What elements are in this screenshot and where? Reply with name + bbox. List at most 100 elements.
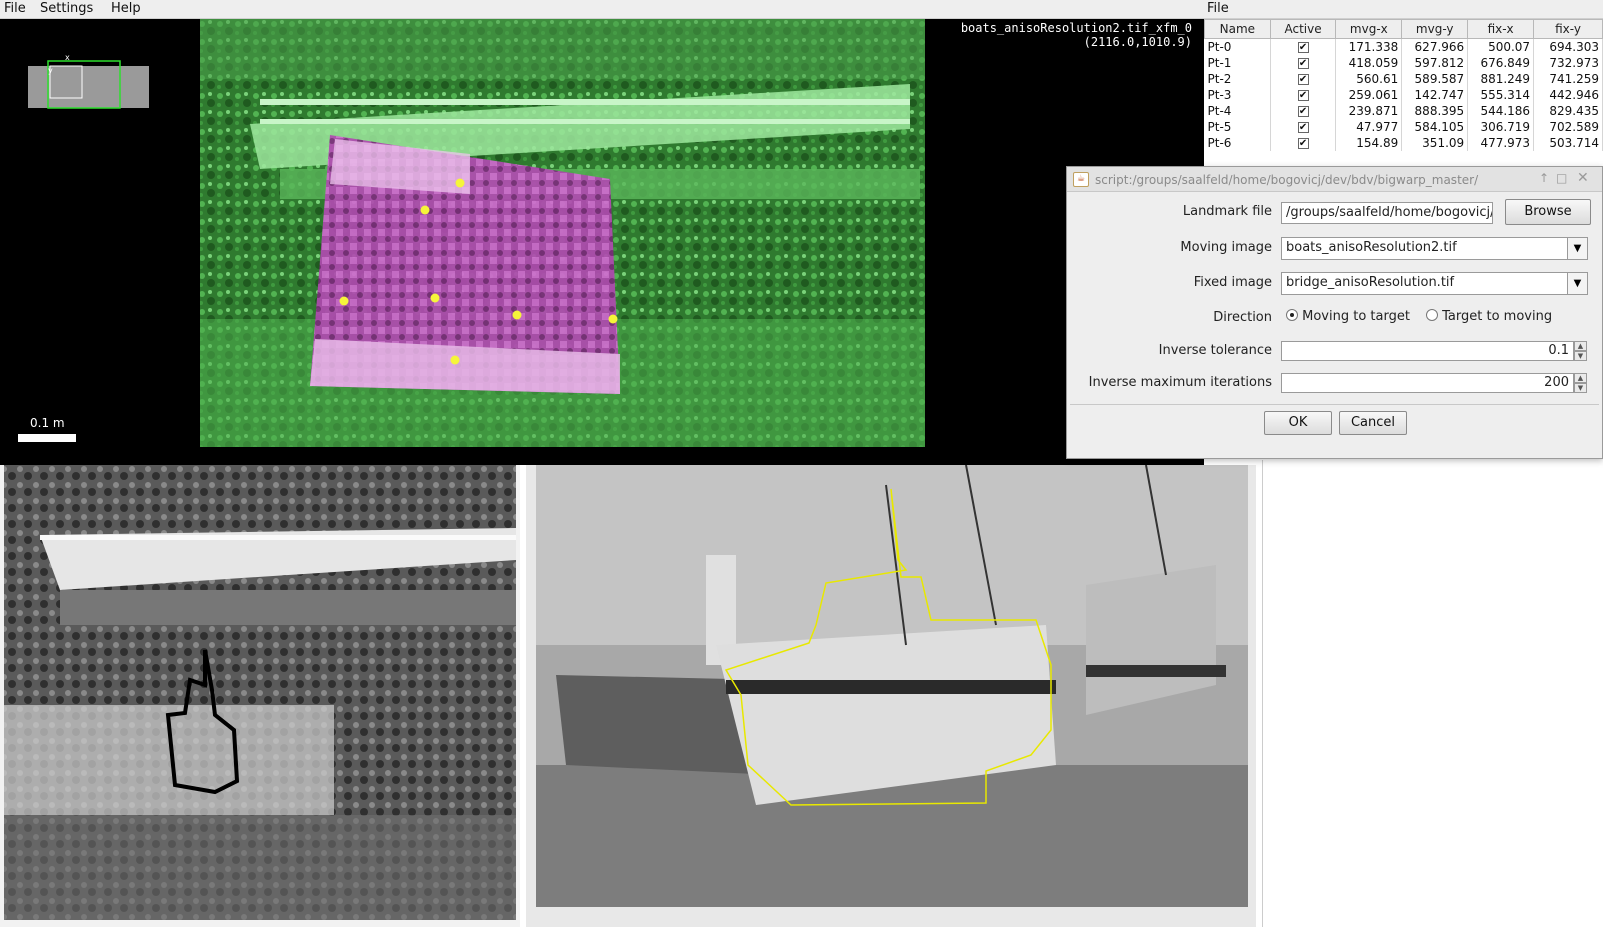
close-icon[interactable]: ✕ — [1577, 170, 1589, 186]
dialog-title: script:/groups/saalfeld/home/bogovicj/de… — [1095, 173, 1479, 187]
cell-fix-y[interactable]: 694.303 — [1533, 38, 1603, 55]
cell-active[interactable]: ✔ — [1270, 134, 1337, 151]
cell-name: Pt-1 — [1204, 54, 1271, 71]
radio-unselected-icon[interactable] — [1426, 309, 1438, 321]
cell-mvg-x[interactable]: 154.89 — [1335, 134, 1403, 151]
radio-selected-icon[interactable] — [1286, 309, 1298, 321]
table-row[interactable]: Pt-6 ✔ 154.89 351.09 477.973 503.714 — [1204, 134, 1603, 151]
direction-label: Direction — [1213, 310, 1272, 325]
cell-fix-y[interactable]: 741.259 — [1533, 70, 1603, 87]
pin-icon[interactable]: ↑ — [1539, 171, 1549, 185]
table-row[interactable]: Pt-2 ✔ 560.61 589.587 881.249 741.259 — [1204, 70, 1603, 87]
cell-mvg-y[interactable]: 142.747 — [1401, 86, 1469, 103]
fixed-image-label: Fixed image — [1193, 275, 1272, 290]
col-name[interactable]: Name — [1204, 19, 1271, 39]
landmark-file-field[interactable]: /groups/saalfeld/home/bogovicj/tr — [1281, 202, 1493, 224]
table-row[interactable]: Pt-1 ✔ 418.059 597.812 676.849 732.973 — [1204, 54, 1603, 71]
bdv-viewer-canvas[interactable]: x y boats_anisoResolution2.tif_xfm_0 (21… — [0, 19, 1204, 465]
cell-active[interactable]: ✔ — [1270, 86, 1337, 103]
fixed-image-select[interactable]: bridge_anisoResolution.tif — [1281, 272, 1578, 295]
active-checkbox[interactable]: ✔ — [1297, 73, 1309, 85]
browse-button[interactable]: Browse — [1505, 199, 1591, 225]
cell-fix-x[interactable]: 881.249 — [1467, 70, 1535, 87]
direction-option-2-label: Target to moving — [1442, 309, 1553, 324]
cell-name: Pt-4 — [1204, 102, 1271, 119]
inverse-max-iterations-field[interactable]: 200 — [1281, 373, 1574, 393]
cell-fix-x[interactable]: 676.849 — [1467, 54, 1535, 71]
java-icon: ☕ — [1073, 172, 1089, 187]
active-checkbox[interactable]: ✔ — [1297, 57, 1309, 69]
table-row[interactable]: Pt-5 ✔ 47.977 584.105 306.719 702.589 — [1204, 118, 1603, 135]
cell-mvg-x[interactable]: 47.977 — [1335, 118, 1403, 135]
landmarks-menu-file[interactable]: File — [1207, 1, 1229, 16]
cell-active[interactable]: ✔ — [1270, 102, 1337, 119]
landmarks-table[interactable]: Name Active mvg-x mvg-y fix-x fix-y Pt-0… — [1204, 19, 1603, 151]
cell-fix-y[interactable]: 702.589 — [1533, 118, 1603, 135]
iterations-down-icon[interactable]: ▼ — [1574, 383, 1587, 393]
cell-fix-x[interactable]: 555.314 — [1467, 86, 1535, 103]
cell-fix-y[interactable]: 503.714 — [1533, 134, 1603, 151]
direction-radio-target-to-moving[interactable]: Target to moving — [1426, 309, 1552, 324]
cell-name: Pt-3 — [1204, 86, 1271, 103]
scale-bar — [18, 434, 76, 442]
cell-active[interactable]: ✔ — [1270, 38, 1337, 55]
active-checkbox[interactable]: ✔ — [1297, 137, 1309, 149]
menu-file[interactable]: File — [4, 1, 26, 16]
cell-active[interactable]: ✔ — [1270, 118, 1337, 135]
active-checkbox[interactable]: ✔ — [1297, 105, 1309, 117]
moving-image-viewer[interactable] — [526, 465, 1256, 927]
cell-fix-x[interactable]: 306.719 — [1467, 118, 1535, 135]
cancel-button[interactable]: Cancel — [1339, 411, 1407, 435]
cell-name: Pt-6 — [1204, 134, 1271, 151]
landmarks-menubar: File — [1204, 0, 1603, 19]
maximize-icon[interactable]: □ — [1556, 171, 1567, 185]
col-fix-y[interactable]: fix-y — [1533, 19, 1603, 39]
cell-fix-y[interactable]: 732.973 — [1533, 54, 1603, 71]
moving-image-chevron-down-icon[interactable]: ▼ — [1567, 237, 1588, 260]
source-name: boats_anisoResolution2.tif_xfm_0 — [960, 21, 1192, 35]
col-active[interactable]: Active — [1269, 19, 1337, 39]
active-checkbox[interactable]: ✔ — [1297, 89, 1309, 101]
cell-fix-y[interactable]: 442.946 — [1533, 86, 1603, 103]
cell-mvg-y[interactable]: 351.09 — [1401, 134, 1469, 151]
empty-panel — [1262, 460, 1603, 927]
cell-mvg-x[interactable]: 171.338 — [1335, 38, 1403, 55]
inverse-max-iterations-label: Inverse maximum iterations — [1088, 375, 1272, 390]
cell-active[interactable]: ✔ — [1270, 70, 1337, 87]
moving-image-select[interactable]: boats_anisoResolution2.tif — [1281, 237, 1578, 260]
direction-radio-moving-to-target[interactable]: Moving to target — [1286, 309, 1410, 324]
active-checkbox[interactable]: ✔ — [1297, 41, 1309, 53]
col-mvg-x[interactable]: mvg-x — [1335, 19, 1403, 39]
cell-fix-x[interactable]: 477.973 — [1467, 134, 1535, 151]
inverse-tolerance-field[interactable]: 0.1 — [1281, 341, 1574, 361]
direction-option-1-label: Moving to target — [1302, 309, 1410, 324]
cell-mvg-y[interactable]: 584.105 — [1401, 118, 1469, 135]
table-row[interactable]: Pt-4 ✔ 239.871 888.395 544.186 829.435 — [1204, 102, 1603, 119]
tolerance-up-icon[interactable]: ▲ — [1574, 341, 1587, 351]
dialog-titlebar[interactable]: ☕ script:/groups/saalfeld/home/bogovicj/… — [1067, 167, 1602, 192]
cell-mvg-y[interactable]: 627.966 — [1401, 38, 1469, 55]
table-row[interactable]: Pt-3 ✔ 259.061 142.747 555.314 442.946 — [1204, 86, 1603, 103]
cell-mvg-y[interactable]: 597.812 — [1401, 54, 1469, 71]
menu-help[interactable]: Help — [111, 1, 141, 16]
cell-mvg-x[interactable]: 239.871 — [1335, 102, 1403, 119]
cell-fix-x[interactable]: 500.07 — [1467, 38, 1535, 55]
active-checkbox[interactable]: ✔ — [1297, 121, 1309, 133]
ok-button[interactable]: OK — [1264, 411, 1332, 435]
fixed-image-chevron-down-icon[interactable]: ▼ — [1567, 272, 1588, 295]
fixed-image-viewer[interactable] — [0, 465, 520, 927]
cell-mvg-y[interactable]: 888.395 — [1401, 102, 1469, 119]
col-fix-x[interactable]: fix-x — [1467, 19, 1535, 39]
cell-active[interactable]: ✔ — [1270, 54, 1337, 71]
col-mvg-y[interactable]: mvg-y — [1401, 19, 1469, 39]
cell-mvg-y[interactable]: 589.587 — [1401, 70, 1469, 87]
cell-mvg-x[interactable]: 259.061 — [1335, 86, 1403, 103]
table-row[interactable]: Pt-0 ✔ 171.338 627.966 500.07 694.303 — [1204, 38, 1603, 55]
tolerance-down-icon[interactable]: ▼ — [1574, 351, 1587, 361]
iterations-up-icon[interactable]: ▲ — [1574, 373, 1587, 383]
menu-settings[interactable]: Settings — [40, 1, 93, 16]
cell-fix-y[interactable]: 829.435 — [1533, 102, 1603, 119]
cell-mvg-x[interactable]: 418.059 — [1335, 54, 1403, 71]
cell-fix-x[interactable]: 544.186 — [1467, 102, 1535, 119]
cell-mvg-x[interactable]: 560.61 — [1335, 70, 1403, 87]
